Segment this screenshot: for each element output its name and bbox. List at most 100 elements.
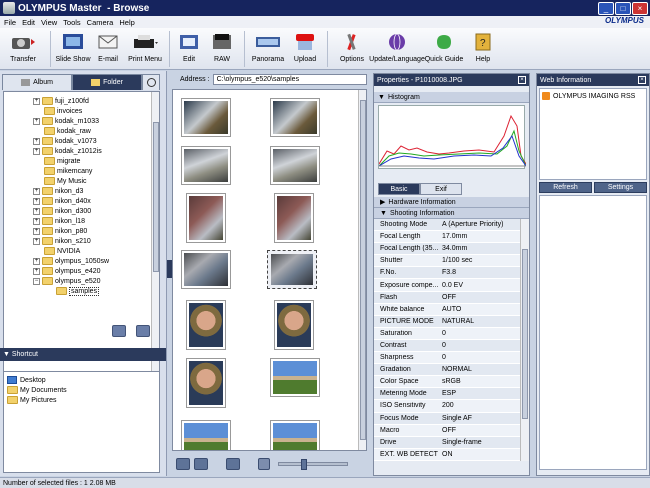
folder-tree-item[interactable]: samples (4, 286, 159, 296)
thumbnail-size-slider[interactable] (278, 459, 348, 470)
shortcut-my-documents[interactable]: My Documents (4, 385, 159, 395)
menu-view[interactable]: View (41, 18, 57, 27)
folder-info-button[interactable] (136, 325, 150, 337)
expand-icon[interactable]: + (33, 237, 40, 245)
minimize-button[interactable]: _ (598, 1, 614, 15)
tab-album[interactable]: Album (2, 74, 72, 90)
folder-tree-item[interactable]: + nikon_d300 (4, 206, 159, 216)
folder-tree-item[interactable]: My Music (4, 176, 159, 186)
histogram-header[interactable]: ▼ Histogram (374, 92, 529, 103)
folder-tree-item[interactable]: + nikon_l18 (4, 216, 159, 226)
menu-camera[interactable]: Camera (87, 18, 114, 27)
tab-folder[interactable]: Folder (72, 74, 142, 90)
photo-thumbnail[interactable] (186, 300, 226, 350)
close-button[interactable]: × (632, 1, 648, 15)
properties-scrollbar[interactable] (520, 219, 529, 461)
scrollbar-thumb[interactable] (360, 100, 366, 440)
folder-tree-scrollbar[interactable] (151, 92, 159, 380)
folder-tree-item[interactable]: + fuji_z100fd (4, 96, 159, 106)
expand-icon[interactable]: + (33, 267, 40, 275)
add-to-album-button[interactable] (226, 458, 240, 470)
folder-tree-item[interactable]: + nikon_s210 (4, 236, 159, 246)
folder-tree-item[interactable]: migrate (4, 156, 159, 166)
shortcut-header[interactable]: ▼ Shortcut (0, 348, 166, 361)
print-menu-button[interactable]: Print Menu (125, 32, 165, 63)
collapse-icon[interactable]: − (33, 277, 40, 285)
quick-guide-button[interactable]: Quick Guide (422, 32, 466, 63)
expand-icon[interactable]: + (33, 207, 40, 215)
maximize-button[interactable]: □ (615, 1, 631, 15)
tab-basic[interactable]: Basic (378, 183, 420, 195)
photo-thumbnail[interactable] (181, 146, 231, 185)
folder-tree-item[interactable]: + olympus_e420 (4, 266, 159, 276)
close-icon[interactable]: × (518, 76, 526, 84)
folder-tree-item[interactable]: + nikon_d40x (4, 196, 159, 206)
hardware-info-header[interactable]: ▶ Hardware Information (374, 197, 529, 208)
expand-icon[interactable]: + (33, 227, 40, 235)
photo-thumbnail[interactable] (270, 98, 320, 137)
panorama-button[interactable]: Panorama (249, 32, 287, 63)
folder-tree-item[interactable]: kodak_raw (4, 126, 159, 136)
folder-tree-item[interactable]: + nikon_d3 (4, 186, 159, 196)
rotate-right-button[interactable] (194, 458, 208, 470)
settings-button[interactable]: Settings (594, 182, 647, 193)
menu-help[interactable]: Help (119, 18, 134, 27)
photo-thumbnail[interactable] (186, 358, 226, 408)
photo-thumbnail[interactable] (270, 420, 320, 450)
menu-file[interactable]: File (4, 18, 16, 27)
photo-thumbnail[interactable] (181, 420, 231, 450)
update-language-button[interactable]: Update/Language (369, 32, 425, 63)
folder-tree-item[interactable]: NVIDIA (4, 246, 159, 256)
shooting-info-header[interactable]: ▼ Shooting Information (374, 208, 529, 219)
folder-tree-item[interactable]: − olympus_e520 (4, 276, 159, 286)
grid-view-button[interactable] (258, 458, 270, 470)
new-folder-button[interactable] (112, 325, 126, 337)
photo-thumbnail[interactable] (186, 193, 226, 243)
photo-thumbnail[interactable] (270, 358, 320, 397)
photo-thumbnail[interactable] (274, 193, 314, 243)
expand-icon[interactable]: + (33, 217, 40, 225)
rss-feed-item[interactable]: OLYMPUS IMAGING RSS (540, 89, 646, 103)
slideshow-button[interactable]: Slide Show (55, 32, 91, 63)
photo-thumbnail[interactable] (181, 250, 231, 289)
raw-button[interactable]: RAW (204, 32, 240, 63)
rotate-left-button[interactable] (176, 458, 190, 470)
email-button[interactable]: E-mail (91, 32, 125, 63)
expand-icon[interactable]: + (33, 147, 40, 155)
folder-tree-item[interactable]: + olympus_1050sw (4, 256, 159, 266)
options-button[interactable]: Options (332, 32, 372, 63)
expand-icon[interactable]: + (33, 97, 40, 105)
expand-icon[interactable]: + (33, 137, 40, 145)
thumbnail-scrollbar[interactable] (358, 90, 366, 450)
help-button[interactable]: ? Help (466, 32, 500, 63)
expand-icon[interactable]: + (33, 187, 40, 195)
folder-tree-item[interactable]: + kodak_m1033 (4, 116, 159, 126)
folder-tree-item[interactable]: mikemcany (4, 166, 159, 176)
expand-icon[interactable]: + (33, 117, 40, 125)
upload-button[interactable]: Upload (287, 32, 323, 63)
menu-edit[interactable]: Edit (22, 18, 35, 27)
transfer-button[interactable]: Transfer (0, 32, 46, 63)
close-icon[interactable]: × (638, 76, 646, 84)
menu-tools[interactable]: Tools (63, 18, 81, 27)
tab-calendar[interactable] (142, 74, 160, 90)
expand-icon[interactable]: + (33, 197, 40, 205)
folder-tree-item[interactable]: + nikon_p80 (4, 226, 159, 236)
photo-thumbnail[interactable] (181, 98, 231, 137)
shortcut-desktop[interactable]: Desktop (4, 375, 159, 385)
address-input[interactable]: C:\olympus_e520\samples (212, 73, 367, 85)
photo-thumbnail[interactable] (274, 300, 314, 350)
edit-button[interactable]: Edit (174, 32, 204, 63)
refresh-button[interactable]: Refresh (539, 182, 592, 193)
shortcut-my-pictures[interactable]: My Pictures (4, 395, 159, 405)
folder-tree-item[interactable]: + kodak_v1073 (4, 136, 159, 146)
scrollbar-thumb[interactable] (153, 122, 159, 272)
slider-knob[interactable] (301, 459, 307, 470)
folder-tree-item[interactable]: + kodak_z1012is (4, 146, 159, 156)
scrollbar-thumb[interactable] (522, 249, 528, 419)
tab-exif[interactable]: Exif (420, 183, 462, 195)
folder-tree-item[interactable]: invoices (4, 106, 159, 116)
photo-thumbnail[interactable] (267, 250, 317, 289)
expand-icon[interactable]: + (33, 257, 40, 265)
photo-thumbnail[interactable] (270, 146, 320, 185)
